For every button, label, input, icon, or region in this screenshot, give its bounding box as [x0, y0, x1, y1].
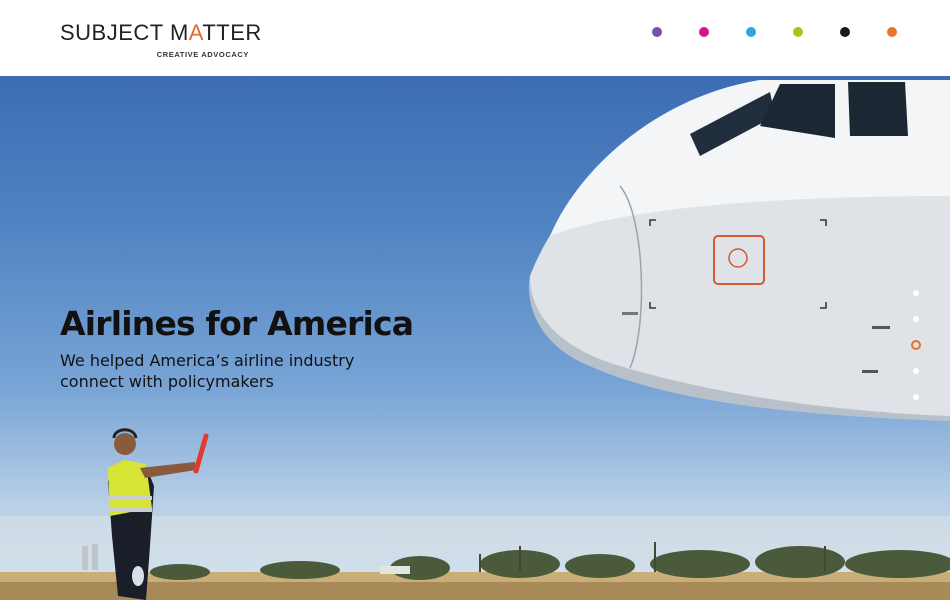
color-dots-nav [650, 27, 910, 41]
slide-pager [910, 290, 924, 400]
nav-dot-lime[interactable] [793, 27, 803, 37]
nav-dot-black[interactable] [840, 27, 850, 37]
nav-dot-purple[interactable] [652, 27, 662, 37]
nav-dot-blue[interactable] [746, 27, 756, 37]
pager-dot-5[interactable] [913, 394, 919, 400]
nav-dot-orange[interactable] [887, 27, 897, 37]
hero-banner: Airlines for America We helped America’s… [0, 76, 950, 600]
logo-tagline: CREATIVE ADVOCACY [156, 50, 249, 59]
pager-dot-3-active[interactable] [911, 340, 921, 350]
hero-title: Airlines for America [60, 304, 414, 343]
pager-dot-2[interactable] [913, 316, 919, 322]
nav-dot-magenta[interactable] [699, 27, 709, 37]
pager-dot-1[interactable] [913, 290, 919, 296]
pager-dot-4[interactable] [913, 368, 919, 374]
hero-text-block: Airlines for America We helped America’s… [60, 304, 480, 392]
subject-matter-logo[interactable]: SUBJECT MATTER CREATIVE ADVOCACY [60, 20, 262, 64]
hero-subtitle: We helped America’s airline industry con… [60, 351, 355, 391]
site-header: SUBJECT MATTER CREATIVE ADVOCACY [0, 0, 950, 76]
logo-wordmark: SUBJECT MATTER [60, 20, 262, 45]
